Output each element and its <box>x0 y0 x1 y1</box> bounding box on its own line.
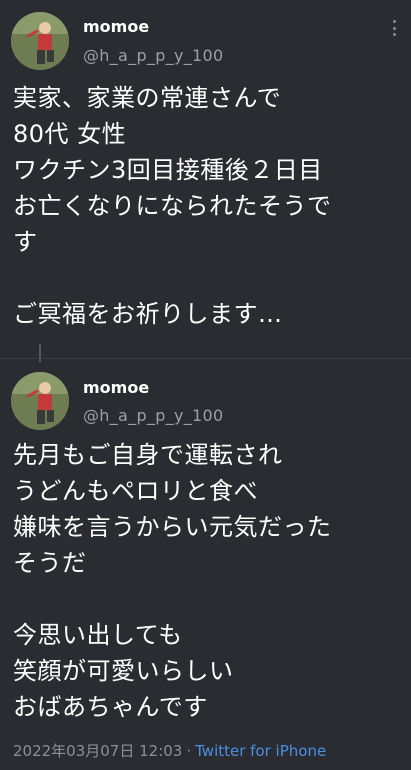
avatar[interactable] <box>11 12 69 70</box>
tweet-line: ご冥福をお祈りします… <box>13 300 283 328</box>
tweet-line: うどんもペロリと食べ <box>13 477 258 505</box>
tweet-line: 実家、家業の常連さんで <box>13 84 282 112</box>
tweet-line: 笑顔が可愛いらしい <box>13 657 234 685</box>
tweet-1[interactable]: momoe @h_a_p_p_y_100 実家、家業の常連さんで 80代 女性 … <box>0 0 411 358</box>
tweet-line: お亡くなりになられたそうで <box>13 192 332 220</box>
user-name[interactable]: momoe <box>83 17 149 36</box>
source-link[interactable]: Twitter for iPhone <box>195 742 326 760</box>
user-handle[interactable]: @h_a_p_p_y_100 <box>83 46 223 65</box>
avatar[interactable] <box>11 372 69 430</box>
separator: · <box>186 742 192 760</box>
tweet-line: 80代 女性 <box>13 120 127 148</box>
tweet-meta: 2022年03月07日 12:03 · Twitter for iPhone <box>13 740 326 761</box>
tweet-line: 先月もご自身で運転され <box>13 441 283 469</box>
tweet-line: 今思い出しても <box>13 621 183 649</box>
user-handle[interactable]: @h_a_p_p_y_100 <box>83 406 223 425</box>
timestamp[interactable]: 2022年03月07日 12:03 <box>13 742 182 760</box>
tweet-line: 嫌味を言うからい元気だった <box>13 513 332 541</box>
tweet-line: おばあちゃんです <box>13 693 208 721</box>
user-name[interactable]: momoe <box>83 378 149 397</box>
tweet-2[interactable]: momoe @h_a_p_p_y_100 先月もご自身で運転され うどんもペロリ… <box>0 360 411 770</box>
tweet-text: 先月もご自身で運転され うどんもペロリと食べ 嫌味を言うからい元気だった そうだ… <box>13 437 401 725</box>
tweet-line: す <box>13 228 38 256</box>
tweet-text: 実家、家業の常連さんで 80代 女性 ワクチン3回目接種後２日目 お亡くなりにな… <box>13 80 401 332</box>
tweet-line: そうだ <box>13 549 87 577</box>
more-vertical-icon[interactable] <box>391 20 397 36</box>
divider <box>0 358 411 359</box>
tweet-line: ワクチン3回目接種後２日目 <box>13 156 323 184</box>
